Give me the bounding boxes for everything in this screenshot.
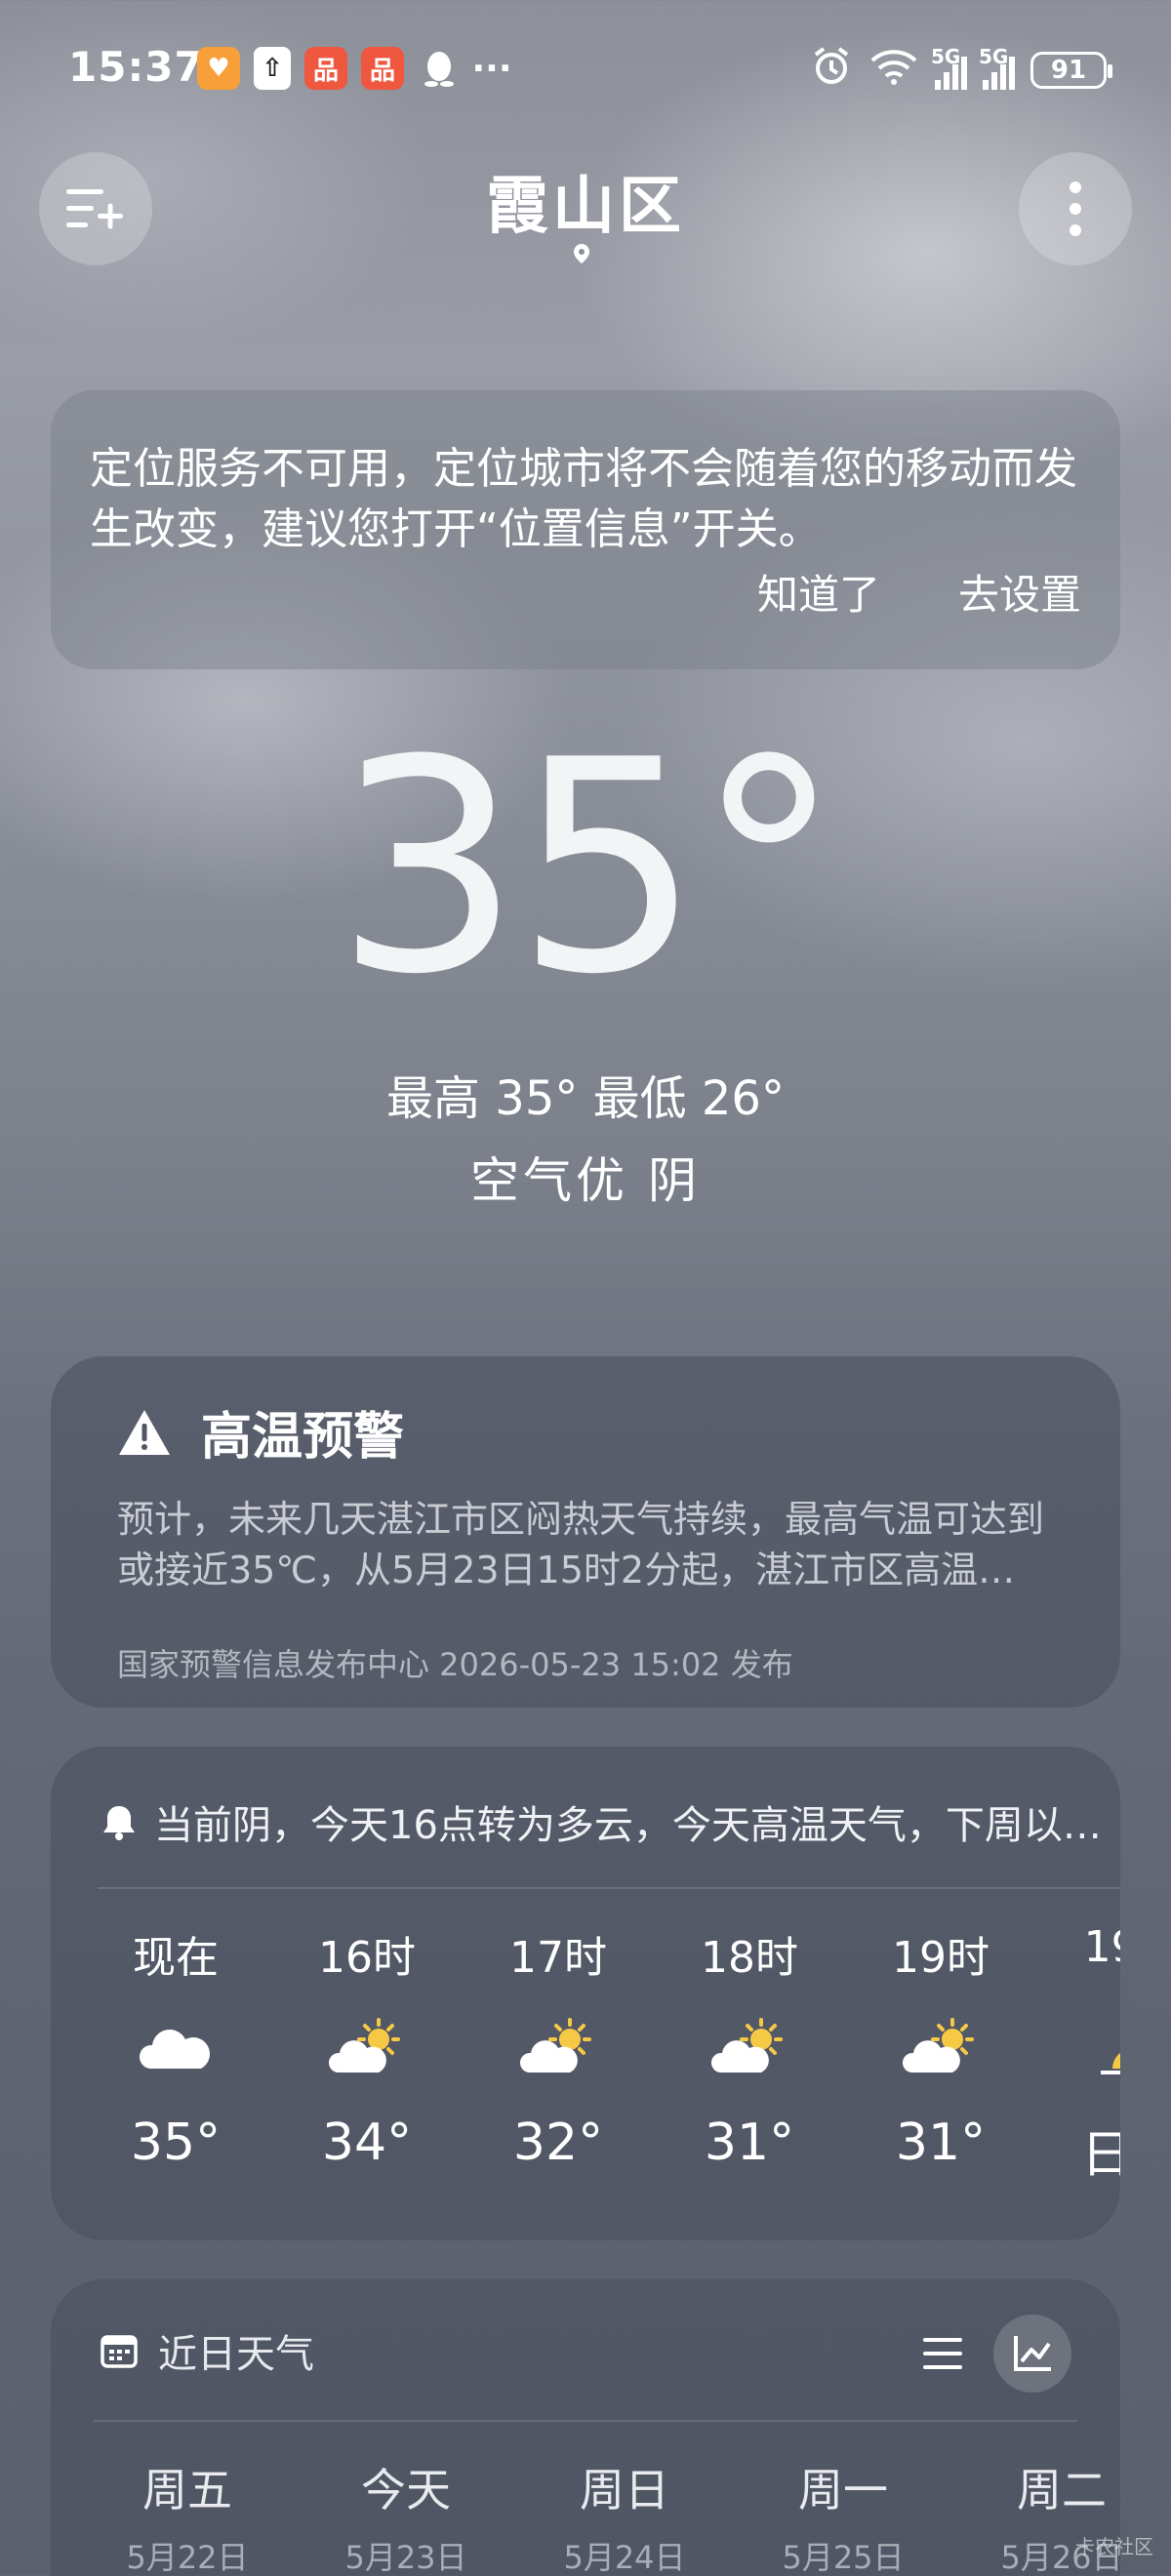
line-chart-icon — [1014, 2336, 1051, 2371]
hourly-forecast-card: 当前阴，今天16点转为多云，今天高温天气，下周以… 现在 35° 16时 34°… — [51, 1747, 1120, 2240]
partly-cloudy-icon — [328, 2018, 400, 2073]
day-date: 5月23日 — [344, 2539, 467, 2576]
bell-icon — [103, 1806, 135, 1840]
battery-indicator: 91 — [1030, 52, 1112, 89]
warning-body: 预计，未来几天湛江市区闷热天气持续，最高气温可达到或接近35℃，从5月23日15… — [117, 1498, 1045, 1591]
day-item: 今天 5月23日 — [297, 2455, 515, 2576]
hour-temp: 35° — [130, 2113, 222, 2172]
hour-label: 19时 — [892, 1933, 989, 1983]
partly-cloudy-icon — [519, 2018, 591, 2073]
hour-item: 现在 35° — [80, 1922, 271, 2187]
list-view-icon[interactable] — [921, 2334, 964, 2373]
hour-temp: 日落 — [1080, 2126, 1120, 2185]
hourly-list[interactable]: 现在 35° 16时 34° 17时 32° 18时 31° 19时 31° 1… — [80, 1922, 1120, 2187]
current-temperature: 35° — [335, 698, 842, 1038]
notice-actions: 知道了 去设置 — [757, 562, 1081, 622]
alarm-icon — [810, 45, 853, 96]
hour-temp: 31° — [704, 2113, 795, 2172]
go-settings-button[interactable]: 去设置 — [958, 562, 1081, 622]
status-time: 15:37 — [68, 43, 204, 91]
hour-label: 现在 — [133, 1933, 219, 1983]
signal-icon-1: 5G — [931, 45, 967, 90]
day-item: 周五 5月22日 — [78, 2455, 297, 2576]
daily-list[interactable]: 周五 5月22日 今天 5月23日 周日 5月24日 周一 5月25日 周二 5… — [78, 2455, 1171, 2576]
hour-label: 16时 — [318, 1933, 416, 1983]
more-notifications-icon: ··· — [471, 48, 512, 89]
day-item: 周日 5月24日 — [515, 2455, 734, 2576]
city-name: 霞山区 — [486, 171, 685, 243]
day-name: 周日 — [580, 2464, 669, 2516]
day-name: 周二 — [1017, 2464, 1107, 2516]
notification-icons: ♥ ⇧ 品 品 ··· — [197, 47, 512, 90]
daily-forecast-card: 近日天气 周五 5月22日 今天 5月23日 周日 5月24日 周一 5月25日… — [51, 2279, 1123, 2576]
hour-item: 18时 31° — [654, 1922, 845, 2187]
watermark: 卡农社区 — [1075, 2535, 1153, 2558]
dismiss-button[interactable]: 知道了 — [757, 562, 880, 622]
hourly-summary-text: 当前阴，今天16点转为多云，今天高温天气，下周以… — [154, 1803, 1102, 1848]
hour-temp: 34° — [321, 2113, 413, 2172]
day-date: 5月22日 — [126, 2539, 249, 2576]
notice-text: 定位服务不可用，定位城市将不会随着您的移动而发生改变，建议您打开“位置信息”开关… — [90, 444, 1077, 554]
high-temp-warning-card[interactable]: 高温预警 预计，未来几天湛江市区闷热天气持续，最高气温可达到或接近35℃，从5月… — [51, 1356, 1120, 1708]
air-quality-condition[interactable]: 空气优 阴 — [0, 1142, 1171, 1212]
more-vert-icon — [1070, 181, 1081, 236]
day-name: 今天 — [361, 2464, 451, 2516]
hour-label: 18时 — [701, 1933, 798, 1983]
hour-item: 16时 34° — [271, 1922, 463, 2187]
divider — [94, 2420, 1077, 2422]
status-bar: 15:37 ♥ ⇧ 品 品 ··· 5G 5G 91 — [0, 0, 1171, 146]
day-date: 5月24日 — [563, 2539, 686, 2576]
more-options-button[interactable] — [1019, 152, 1132, 265]
partly-cloudy-icon — [710, 2018, 783, 2073]
sunset-icon — [1101, 2053, 1120, 2074]
health-app-icon: ♥ — [197, 47, 240, 90]
hour-temp: 31° — [895, 2113, 987, 2172]
day-name: 周一 — [798, 2464, 888, 2516]
calendar-icon — [101, 2335, 138, 2368]
upload-icon: ⇧ — [254, 47, 291, 90]
warning-icon — [119, 1409, 170, 1455]
hour-item: 19:1 日落 — [1036, 1922, 1120, 2187]
hour-label: 19:1 — [1083, 1922, 1120, 1972]
warning-source: 国家预警信息发布中心 2026-05-23 15:02 发布 — [117, 1646, 793, 1683]
location-notice: 定位服务不可用，定位城市将不会随着您的移动而发生改变，建议您打开“位置信息”开关… — [51, 390, 1120, 669]
partly-cloudy-icon — [902, 2018, 974, 2073]
daily-view-toggle — [921, 2314, 1071, 2393]
hour-item: 19时 31° — [845, 1922, 1036, 2187]
divider — [98, 1887, 1120, 1889]
day-name: 周五 — [142, 2464, 232, 2516]
day-item: 周一 5月25日 — [734, 2455, 952, 2576]
status-right: 5G 5G 91 — [810, 45, 1112, 96]
high-low-temperature: 最高 35° 最低 26° — [386, 1071, 785, 1126]
qq-icon — [418, 47, 461, 90]
warning-title-row: 高温预警 — [117, 1395, 1054, 1469]
wifi-icon — [868, 47, 919, 94]
shop-app-icon-2: 品 — [361, 47, 404, 90]
daily-header: 近日天气 — [100, 2322, 314, 2379]
hour-label: 17时 — [509, 1933, 607, 1983]
chart-view-button[interactable] — [993, 2314, 1071, 2393]
shop-app-icon: 品 — [304, 47, 347, 90]
hour-temp: 32° — [512, 2113, 604, 2172]
cloudy-icon — [139, 2030, 210, 2069]
day-date: 5月25日 — [782, 2539, 905, 2576]
hour-item: 17时 32° — [463, 1922, 654, 2187]
warning-title: 高温预警 — [201, 1408, 405, 1467]
hourly-summary[interactable]: 当前阴，今天16点转为多云，今天高温天气，下周以… — [100, 1793, 1102, 1850]
daily-title: 近日天气 — [158, 2332, 314, 2377]
location-pin-icon — [574, 244, 589, 263]
signal-icon-2: 5G — [979, 45, 1015, 90]
